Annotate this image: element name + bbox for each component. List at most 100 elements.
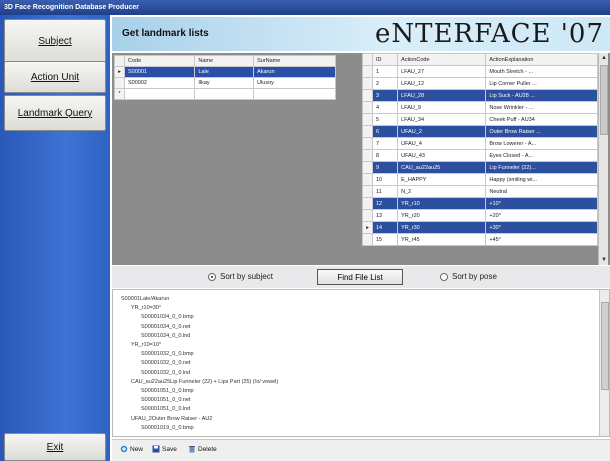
find-file-list-button[interactable]: Find File List [317, 269, 403, 285]
column-header-id[interactable]: ID [371, 53, 399, 66]
table-cell[interactable]: 6 [371, 125, 399, 138]
table-cell[interactable]: 2 [371, 77, 399, 90]
table-row[interactable]: ▸ S00001 Lale Akarun [114, 66, 336, 78]
table-row[interactable]: 15 YR_r45 +45° [362, 233, 598, 246]
table-row[interactable]: 3 LFAU_28 Lip Suck - AU28 ... [362, 89, 598, 102]
tree-node[interactable]: S00001051_0_0.net [141, 397, 191, 403]
table-cell[interactable]: N_2 [397, 185, 487, 198]
table-row[interactable]: 12 YR_r10 +10° [362, 197, 598, 210]
tree-node[interactable]: S00001051_0_0.lnd [141, 406, 190, 412]
table-cell[interactable]: Nose Wrinkler - ... [485, 101, 598, 114]
table-cell[interactable]: E_HAPPY [397, 173, 487, 186]
table-row[interactable]: 1 LFAU_27 Mouth Stretch - ... [362, 65, 598, 78]
table-cell[interactable] [123, 88, 196, 100]
new-row[interactable]: * [114, 88, 336, 100]
table-cell[interactable] [194, 88, 255, 100]
tree-scrollbar[interactable] [599, 290, 609, 436]
table-row[interactable]: ▸ 14 YR_r30 +30° [362, 221, 598, 234]
table-cell[interactable]: CAU_au22au25 [397, 161, 487, 174]
tree-node[interactable]: YR_r10=30° [131, 305, 161, 311]
exit-button[interactable]: Exit [4, 433, 106, 461]
tree-node[interactable]: S00001019_0_0.bmp [141, 425, 194, 431]
table-cell[interactable]: 11 [371, 185, 399, 198]
table-cell[interactable]: +45° [485, 233, 598, 246]
tree-node[interactable]: UFAU_2Outer Brow Raiser - AU2 [131, 416, 212, 422]
column-header-actionexplanation[interactable]: ActionExplanation [485, 53, 598, 66]
table-cell[interactable]: Lip Funneler (22)... [485, 161, 598, 174]
table-row[interactable]: 2 LFAU_12 Lip Corner Puller ... [362, 77, 598, 90]
table-cell[interactable]: Lip Suck - AU28 ... [485, 89, 598, 102]
table-cell[interactable]: LFAU_34 [397, 113, 487, 126]
table-cell[interactable]: YR_r30 [397, 221, 487, 234]
table-row[interactable]: 13 YR_r20 +20° [362, 209, 598, 222]
column-header-name[interactable]: Name [194, 55, 255, 67]
landmark-query-button[interactable]: Landmark Query [4, 95, 106, 131]
table-cell[interactable]: 14 [371, 221, 399, 234]
table-cell[interactable]: UFAU_4 [397, 137, 487, 150]
table-cell[interactable]: 12 [371, 197, 399, 210]
tree-node[interactable]: S00001034_0_0.lnd [141, 333, 190, 339]
new-button[interactable]: New [120, 445, 143, 453]
table-cell[interactable]: 10 [371, 173, 399, 186]
table-cell[interactable]: 8 [371, 149, 399, 162]
table-cell[interactable]: Outer Brow Raiser ... [485, 125, 598, 138]
tree-node[interactable]: S00001034_0_0.bmp [141, 314, 194, 320]
table-cell[interactable]: YR_r10 [397, 197, 487, 210]
table-cell[interactable]: Ulusoy [253, 77, 336, 89]
table-cell[interactable]: YR_r45 [397, 233, 487, 246]
table-cell[interactable]: 9 [371, 161, 399, 174]
tree-node[interactable]: YR_r10=10° [131, 342, 161, 348]
table-cell[interactable]: 5 [371, 113, 399, 126]
table-cell[interactable]: Ilkay [194, 77, 255, 89]
save-button[interactable]: Save [152, 445, 177, 453]
table-cell[interactable]: S00001 [123, 66, 196, 78]
scroll-up-icon[interactable]: ▲ [599, 53, 609, 63]
scrollbar-thumb[interactable] [601, 302, 609, 390]
table-cell[interactable]: Cheek Puff - AU34 [485, 113, 598, 126]
table-cell[interactable]: 15 [371, 233, 399, 246]
table-cell[interactable]: +30° [485, 221, 598, 234]
column-header-code[interactable]: Code [123, 55, 196, 67]
table-cell[interactable]: Lip Corner Puller ... [485, 77, 598, 90]
table-row[interactable]: 11 N_2 Neutral [362, 185, 598, 198]
table-cell[interactable]: LFAU_27 [397, 65, 487, 78]
table-cell[interactable] [253, 88, 336, 100]
table-row[interactable]: 9 CAU_au22au25 Lip Funneler (22)... [362, 161, 598, 174]
table-cell[interactable]: Eyes Closed - A... [485, 149, 598, 162]
scroll-down-icon[interactable]: ▼ [599, 255, 609, 265]
tree-node[interactable]: S00001032_0_0.net [141, 360, 191, 366]
table-cell[interactable]: Mouth Stretch - ... [485, 65, 598, 78]
table-cell[interactable]: UFAU_43 [397, 149, 487, 162]
table-cell[interactable]: S00002 [123, 77, 196, 89]
tree-node[interactable]: CAU_au22au25Lip Funneler (22) + Lips Par… [131, 379, 278, 385]
delete-button[interactable]: Delete [188, 445, 217, 453]
table-cell[interactable]: 13 [371, 209, 399, 222]
action-unit-scrollbar[interactable]: ▲ ▼ [598, 53, 608, 265]
table-cell[interactable]: Akarun [253, 66, 336, 78]
table-row[interactable]: 10 E_HAPPY Happy (smiling wi... [362, 173, 598, 186]
table-cell[interactable]: Brow Lowerer - A... [485, 137, 598, 150]
table-row[interactable]: 8 UFAU_43 Eyes Closed - A... [362, 149, 598, 162]
table-row[interactable]: S00002 Ilkay Ulusoy [114, 77, 336, 89]
table-row[interactable]: 5 LFAU_34 Cheek Puff - AU34 [362, 113, 598, 126]
scrollbar-thumb[interactable] [600, 65, 608, 135]
table-cell[interactable]: +10° [485, 197, 598, 210]
tree-node[interactable]: S00001032_0_0.lnd [141, 370, 190, 376]
table-cell[interactable]: 7 [371, 137, 399, 150]
table-cell[interactable]: 3 [371, 89, 399, 102]
table-cell[interactable]: LFAU_12 [397, 77, 487, 90]
table-cell[interactable]: UFAU_2 [397, 125, 487, 138]
tree-node[interactable]: S00001051_0_0.bmp [141, 388, 194, 394]
table-cell[interactable]: Neutral [485, 185, 598, 198]
table-row[interactable]: 7 UFAU_4 Brow Lowerer - A... [362, 137, 598, 150]
table-row[interactable]: 4 LFAU_9 Nose Wrinkler - ... [362, 101, 598, 114]
table-cell[interactable]: 1 [371, 65, 399, 78]
table-cell[interactable]: Lale [194, 66, 255, 78]
tree-node[interactable]: S00001032_0_0.bmp [141, 351, 194, 357]
subject-button[interactable]: Subject [4, 19, 106, 63]
sort-by-subject-radio[interactable]: Sort by subject [208, 272, 273, 281]
column-header-surname[interactable]: SurName [253, 55, 336, 67]
table-cell[interactable]: LFAU_9 [397, 101, 487, 114]
tree-node[interactable]: S00001Lale/Akarun [121, 296, 169, 302]
table-cell[interactable]: YR_r20 [397, 209, 487, 222]
